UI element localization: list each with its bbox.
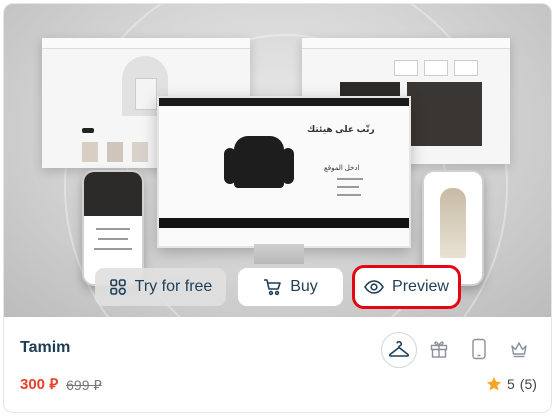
preview-label: Preview bbox=[392, 278, 449, 295]
gift-icon bbox=[430, 341, 448, 358]
currency-symbol: ⃁ bbox=[49, 376, 59, 393]
product-card: رتّب على هيئتك ادخل الموقع Try for free … bbox=[3, 3, 552, 413]
cart-icon bbox=[264, 279, 282, 296]
eye-icon bbox=[364, 280, 384, 294]
try-for-free-label: Try for free bbox=[134, 278, 213, 295]
mobile-icon bbox=[472, 338, 486, 360]
grid-icon bbox=[109, 279, 126, 295]
mobile-button[interactable] bbox=[462, 332, 496, 366]
try-for-free-button[interactable]: Try for free bbox=[95, 268, 226, 306]
premium-button[interactable] bbox=[502, 332, 536, 366]
buy-button[interactable]: Buy bbox=[238, 268, 343, 306]
buy-label: Buy bbox=[290, 278, 318, 295]
gift-button[interactable] bbox=[422, 332, 456, 366]
monitor-stand bbox=[254, 244, 304, 264]
hanger-icon bbox=[388, 341, 410, 357]
theme-preview-image[interactable]: رتّب على هيئتك ادخل الموقع Try for free … bbox=[4, 4, 551, 317]
monitor-subheading: ادخل الموقع bbox=[324, 165, 360, 172]
fashion-category-button[interactable] bbox=[381, 332, 417, 368]
old-price: 699 ⃁ bbox=[66, 376, 102, 393]
rating-count: (5) bbox=[519, 376, 537, 392]
crown-icon bbox=[511, 342, 527, 358]
preview-button[interactable]: Preview bbox=[355, 268, 458, 306]
rating: 5 (5) bbox=[486, 376, 537, 392]
monitor-heading: رتّب على هيئتك bbox=[307, 124, 375, 134]
price-row: 300 ⃁ 699 ⃁ bbox=[20, 375, 102, 394]
hoodie-product-image bbox=[224, 136, 294, 188]
rating-value: 5 bbox=[507, 376, 515, 392]
star-icon bbox=[486, 377, 502, 391]
product-title[interactable]: Tamim bbox=[20, 339, 70, 357]
mockup-monitor: رتّب على هيئتك ادخل الموقع bbox=[157, 96, 411, 248]
current-price: 300 ⃁ bbox=[20, 376, 59, 393]
